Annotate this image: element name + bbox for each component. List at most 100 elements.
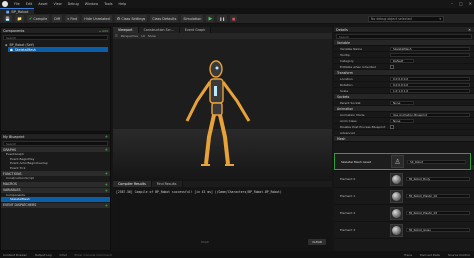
cmd-button[interactable]: Cmd: [60, 253, 67, 257]
clear-button[interactable]: CLEAR: [308, 239, 326, 245]
details-title: Details: [336, 27, 348, 32]
disable-post-process-checkbox[interactable]: [390, 124, 394, 129]
compile-button[interactable]: ✔ Compile: [26, 15, 50, 22]
macros-section[interactable]: MACROS +: [1, 181, 110, 187]
tab-compiler-results[interactable]: Compiler Results: [113, 181, 152, 187]
tab-viewport[interactable]: Viewport: [113, 27, 139, 33]
my-blueprint-search-input[interactable]: Search: [3, 141, 108, 146]
tab-event-graph[interactable]: Event Graph: [179, 27, 212, 33]
material-sphere-icon: [392, 174, 401, 184]
element-0-select[interactable]: MI_Robot_Body: [406, 177, 470, 181]
tooltip-field[interactable]: [390, 52, 470, 57]
compile-icon: ✔: [28, 16, 33, 21]
pause-button[interactable]: ❚❚: [217, 15, 227, 22]
actor-icon: ◆: [5, 42, 8, 47]
parent-socket-field[interactable]: None: [390, 100, 414, 105]
hide-unrelated-button[interactable]: Hide Unrelated: [82, 15, 112, 22]
add-macro-icon[interactable]: +: [105, 182, 108, 187]
add-graph-icon[interactable]: +: [105, 147, 108, 152]
browse-button[interactable]: 📁: [14, 15, 24, 22]
anim-class-select[interactable]: None: [390, 118, 414, 123]
menu-window[interactable]: Window: [85, 2, 98, 6]
menu-view[interactable]: View: [54, 2, 62, 6]
add-variable-icon[interactable]: +: [105, 188, 108, 193]
viewport-menu-icon[interactable]: ☰: [115, 34, 118, 38]
rotation-field[interactable]: 0.0 0.0 0.0: [390, 82, 470, 87]
minimize-icon[interactable]: –: [451, 1, 453, 6]
find-button[interactable]: ⌕ Find: [65, 15, 80, 22]
material-element-3: Element 3 MI_Robot_Glass: [334, 222, 474, 239]
variable-name-field[interactable]: SkeletalMesh: [390, 46, 470, 51]
derived-data-button[interactable]: Derived Data: [420, 253, 440, 257]
components-search-input[interactable]: Search: [3, 35, 108, 40]
content-drawer-button[interactable]: Content Drawer: [3, 253, 27, 257]
event-dispatchers-section[interactable]: EVENT DISPATCHERS +: [1, 202, 110, 208]
simulation-button[interactable]: Simulation: [181, 15, 204, 22]
maximize-icon[interactable]: □: [459, 1, 463, 6]
function-construction-script[interactable]: ConstructionScript: [1, 176, 110, 181]
debug-object-select[interactable]: No debug object selected ▾: [368, 16, 444, 22]
trace-button[interactable]: Trace: [404, 253, 412, 257]
console-input[interactable]: Enter Console Command: [74, 253, 111, 257]
source-control-button[interactable]: Source Control: [448, 253, 470, 257]
tab-find-results[interactable]: Find Results: [151, 181, 183, 187]
pause-icon: ❚❚: [219, 16, 225, 21]
add-dispatcher-icon[interactable]: +: [105, 203, 108, 208]
output-log-button[interactable]: Output Log: [35, 253, 52, 257]
add-function-icon[interactable]: +: [105, 171, 108, 176]
play-button[interactable]: ▶: [206, 15, 215, 22]
scale-label: Scale: [340, 88, 349, 93]
material-thumbnail[interactable]: [390, 223, 403, 237]
save-button[interactable]: 💾: [3, 15, 12, 22]
add-button[interactable]: +: [105, 134, 108, 139]
tab-construction-script[interactable]: Construction Scr...: [138, 27, 180, 33]
menu-asset[interactable]: Asset: [38, 2, 47, 6]
stop-button[interactable]: ■: [230, 15, 238, 22]
menu-debug[interactable]: Debug: [68, 2, 79, 6]
component-skeletal-mesh[interactable]: ☗ SkeletalMesh: [8, 47, 108, 52]
class-defaults-button[interactable]: Class Defaults: [150, 15, 179, 22]
material-thumbnail[interactable]: [390, 172, 403, 186]
anim-class-label: Anim Class: [340, 118, 357, 123]
menu-help[interactable]: Help: [118, 2, 126, 6]
variables-header: VARIABLES: [3, 188, 21, 192]
details-search-input[interactable]: Search: [336, 34, 472, 39]
graph-event-tick[interactable]: Event Tick: [1, 166, 110, 171]
element-3-label: Element 3: [340, 228, 356, 232]
close-icon[interactable]: ✕: [468, 28, 471, 32]
location-field[interactable]: 0.0 0.0 0.0: [390, 76, 470, 81]
add-component-button[interactable]: + Add: [99, 29, 108, 33]
show-button[interactable]: Show: [148, 34, 156, 38]
editable-inherited-label: Editable when Inherited: [340, 64, 376, 69]
search-placeholder: Search: [6, 141, 17, 146]
rotation-label: Rotation: [340, 82, 353, 87]
editable-inherited-checkbox[interactable]: [390, 64, 394, 69]
category-label: Category: [340, 58, 354, 63]
menu-edit[interactable]: Edit: [26, 2, 33, 6]
element-2-select[interactable]: MI_Robot_Plastic_03: [406, 211, 470, 215]
components-title: Components: [3, 28, 25, 33]
material-element-2: Element 2 MI_Robot_Plastic_03: [334, 205, 474, 222]
disable-post-process-label: Disable Post Process Blueprint: [340, 124, 386, 129]
diff-button[interactable]: Diff: [52, 15, 63, 22]
skeletal-mesh-icon: ☗: [10, 47, 13, 52]
close-icon[interactable]: ✕: [469, 1, 472, 6]
animation-mode-select[interactable]: Use Animation Blueprint: [390, 112, 470, 117]
skeletal-mesh-asset-select[interactable]: SK_Robot: [407, 159, 466, 164]
material-thumbnail[interactable]: [390, 206, 403, 220]
class-settings-button[interactable]: ⚙ Class Settings: [114, 15, 148, 22]
viewport-canvas[interactable]: [113, 39, 332, 180]
perspective-button[interactable]: Perspective: [121, 34, 138, 38]
menu-tools[interactable]: Tools: [104, 2, 112, 6]
element-1-select[interactable]: MI_Robot_Plastic_02: [406, 194, 470, 198]
scale-field[interactable]: 1.0 1.0 1.0: [390, 88, 470, 93]
material-thumbnail[interactable]: [390, 189, 403, 203]
lit-button[interactable]: Lit: [141, 34, 145, 38]
category-select[interactable]: Default: [390, 58, 414, 63]
variable-skeletal-mesh[interactable]: SkeletalMesh: [1, 197, 110, 202]
menu-file[interactable]: File: [14, 2, 20, 6]
element-3-select[interactable]: MI_Robot_Glass: [406, 228, 470, 232]
mesh-thumbnail[interactable]: ♙: [391, 155, 404, 168]
gear-icon: ⚙: [116, 16, 121, 21]
save-icon: 💾: [5, 16, 10, 21]
